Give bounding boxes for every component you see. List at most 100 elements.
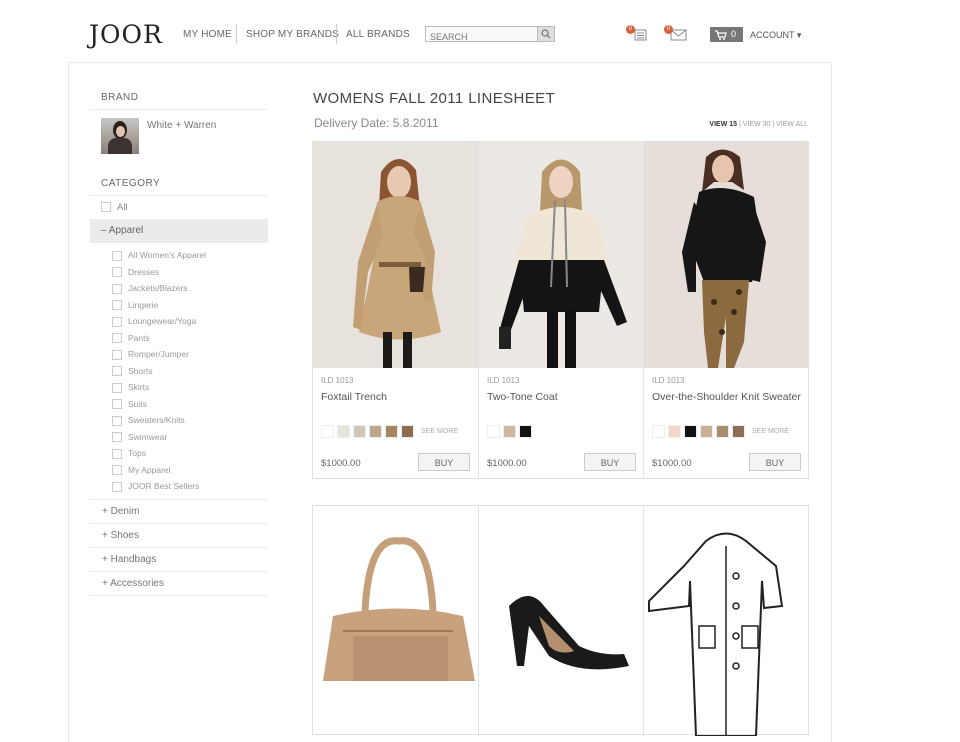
color-swatch[interactable] [652,425,665,438]
search-icon [541,29,551,39]
brand-name[interactable]: White + Warren [147,120,216,131]
messages-badge: 0 [664,25,673,34]
color-swatch[interactable] [519,425,532,438]
subcategory-label: Lingerie [128,299,159,310]
category-all[interactable]: All [90,196,268,219]
search-button[interactable] [537,27,554,41]
apparel-subcategory-item[interactable]: Tops [90,445,268,462]
product-image[interactable] [479,142,644,368]
brand-thumbnail[interactable] [101,118,139,154]
color-swatch[interactable] [716,425,729,438]
color-swatch[interactable] [353,425,366,438]
apparel-subcategory-item[interactable]: Swimwear [90,429,268,446]
view-all-link[interactable]: VIEW ALL [776,121,808,128]
cart-button[interactable]: 0 [710,27,743,42]
apparel-subcategory-item[interactable]: All Women's Apparel [90,247,268,264]
notifications-button[interactable]: 0 [626,25,648,46]
apparel-subcategory-item[interactable]: My Apparel [90,462,268,479]
product-name[interactable]: Over-the-Shoulder Knit Sweater [652,390,802,404]
product-card[interactable]: ILD 1013 Over-the-Shoulder Knit Sweater … [643,142,809,478]
apparel-subcategory-item[interactable]: Suits [90,396,268,413]
apparel-subcategory-item[interactable]: Jackets/Blazers [90,280,268,297]
checkbox[interactable] [112,267,122,278]
checkbox[interactable] [112,432,122,443]
joor-logo[interactable]: JOOR [89,20,163,49]
apparel-subcategory-item[interactable]: Dresses [90,264,268,281]
color-swatch[interactable] [385,425,398,438]
checkbox[interactable] [101,202,111,213]
subcategory-label: Pants [128,332,150,343]
checkbox[interactable] [112,300,122,311]
subcategory-label: Tops [128,448,146,458]
product-card[interactable]: ILD 1013 Foxtail Trench SEE MORE $1000.0… [313,142,478,478]
page-title: WOMENS FALL 2011 LINESHEET [313,90,556,107]
color-swatch[interactable] [487,425,500,438]
apparel-subcategory-item[interactable]: JOOR Best Sellers [90,478,268,495]
category-all-label: All [117,202,128,213]
color-swatch[interactable] [369,425,382,438]
subcategory-label: Sweaters/Knits [128,415,185,425]
product-sku: ILD 1013 [487,376,520,385]
buy-button[interactable]: BUY [584,453,636,471]
see-more-link[interactable]: SEE MORE [752,428,789,435]
apparel-subcategory-item[interactable]: Shorts [90,363,268,380]
checkbox[interactable] [112,415,122,426]
product-name[interactable]: Foxtail Trench [321,390,471,404]
nav-my-home[interactable]: MY HOME [183,29,232,40]
shoe-product-image[interactable] [478,506,644,736]
color-swatch[interactable] [321,425,334,438]
apparel-subcategory-item[interactable]: Pants [90,330,268,347]
search-input[interactable] [426,30,544,44]
product-name[interactable]: Two-Tone Coat [487,390,637,404]
checkbox[interactable] [112,465,122,476]
checkbox[interactable] [112,448,122,459]
product-image[interactable] [313,142,478,368]
subcategory-label: Swimwear [128,431,168,442]
view-15-link[interactable]: VIEW 15 [709,121,737,128]
collapsed-category-item[interactable]: + Shoes [90,522,268,547]
collapsed-category-item[interactable]: + Accessories [90,570,268,595]
checkbox[interactable] [112,333,122,344]
checkbox[interactable] [112,250,122,261]
checkbox[interactable] [112,349,122,360]
color-swatch[interactable] [337,425,350,438]
color-swatches [487,425,535,438]
checkbox[interactable] [112,481,122,492]
cart-count: 0 [731,29,737,39]
checkbox[interactable] [112,366,122,377]
account-menu[interactable]: ACCOUNT ▾ [750,30,801,41]
coat-sketch-image[interactable] [643,506,809,737]
color-swatch[interactable] [503,425,516,438]
checkbox[interactable] [112,316,122,327]
apparel-subcategory-item[interactable]: Loungewear/Yoga [90,313,268,330]
product-price: $1000.00 [487,458,527,469]
nav-shop-my-brands[interactable]: SHOP MY BRANDS [246,29,339,40]
handbag-product-image[interactable] [313,506,478,736]
checkbox[interactable] [112,399,122,410]
color-swatch[interactable] [732,425,745,438]
color-swatch[interactable] [668,425,681,438]
product-image[interactable] [644,142,809,368]
checkbox[interactable] [112,382,122,393]
apparel-subcategory-item[interactable]: Sweaters/Knits [90,412,268,429]
apparel-subcategory-item[interactable]: Lingerie [90,297,268,314]
collapsed-category-item[interactable]: + Denim [90,498,268,523]
category-apparel[interactable]: – Apparel [90,219,268,243]
apparel-subcategory-item[interactable]: Skirts [90,379,268,396]
product-card[interactable]: ILD 1013 Two-Tone Coat $1000.00 BUY [478,142,644,478]
cart-icon [715,30,727,40]
color-swatch[interactable] [401,425,414,438]
messages-button[interactable]: 0 [664,25,688,46]
color-swatch[interactable] [684,425,697,438]
buy-button[interactable]: BUY [418,453,470,471]
search-box [425,26,555,44]
checkbox[interactable] [112,283,122,294]
nav-all-brands[interactable]: ALL BRANDS [346,29,410,40]
buy-button[interactable]: BUY [749,453,801,471]
subcategory-label: Shorts [128,365,153,376]
see-more-link[interactable]: SEE MORE [421,428,458,435]
apparel-subcategory-item[interactable]: Romper/Jumper [90,346,268,363]
collapsed-category-item[interactable]: + Handbags [90,546,268,571]
view-30-link[interactable]: VIEW 30 [743,121,771,128]
color-swatch[interactable] [700,425,713,438]
